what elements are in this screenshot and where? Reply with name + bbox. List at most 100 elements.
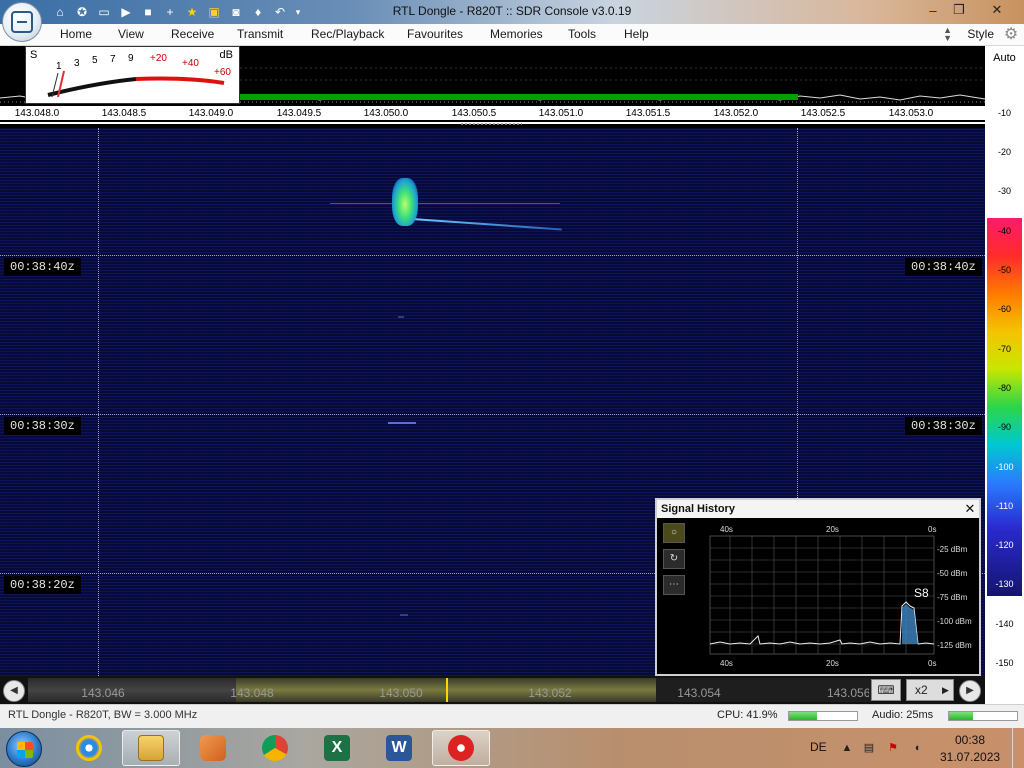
timestamp-right: 00:38:40z (905, 258, 982, 276)
s-meter-s-label: S (30, 49, 38, 61)
circle-icon[interactable]: ○ (663, 523, 685, 543)
carrier-trace (330, 203, 560, 204)
excel-icon[interactable]: X (308, 730, 366, 766)
menu-view[interactable]: View (118, 27, 144, 41)
sdr-console-window: ⌂ ✪ ▭ ▶ ■ + ★ ▣ ◙ ♦ ↶ ▾ RTL Dongle - R82… (0, 0, 1024, 768)
db-level: -90 (997, 422, 1011, 432)
s-meter-tick: 3 (74, 58, 80, 69)
media-player-icon[interactable] (184, 730, 242, 766)
s-reading: S8 (914, 586, 929, 600)
tray-expand-icon[interactable]: ▲ (840, 741, 854, 755)
menu-help[interactable]: Help (624, 27, 649, 41)
freq-label: 143.052.5 (800, 108, 846, 119)
db-level: -40 (997, 226, 1011, 236)
s-meter-db-tick: +60 (214, 67, 231, 78)
flag-icon[interactable]: ⚑ (886, 741, 900, 755)
menu-rec-playback[interactable]: Rec/Playback (311, 27, 384, 41)
scroll-freq-label: 143.056 (827, 686, 869, 700)
db-auto-button[interactable]: Auto (985, 52, 1024, 64)
audio-meter (948, 711, 1018, 721)
windows-logo-icon (17, 742, 33, 758)
excel-logo: X (324, 735, 350, 761)
clock-time[interactable]: 00:38 (940, 733, 1000, 747)
scroll-freq-label: 143.046 (81, 686, 125, 700)
scroll-freq-label: 143.052 (528, 686, 572, 700)
menu-favourites[interactable]: Favourites (407, 27, 463, 41)
faint-signal-mark (388, 422, 416, 424)
more-icon[interactable]: ⋯ (663, 575, 685, 595)
title-bar: ⌂ ✪ ▭ ▶ ■ + ★ ▣ ◙ ♦ ↶ ▾ RTL Dongle - R82… (0, 0, 1024, 24)
s-meter-db-tick: +40 (182, 58, 199, 69)
start-button[interactable] (6, 731, 42, 767)
audio-meter-fill (949, 712, 973, 720)
chrome-logo (262, 735, 288, 761)
word-icon[interactable]: W (370, 730, 428, 766)
ie-logo (76, 735, 102, 761)
keyboard-icon[interactable]: ⌨ (871, 679, 901, 701)
chrome-icon[interactable] (246, 730, 304, 766)
s-meter-tick: 7 (110, 54, 116, 65)
db-level: -130 (995, 579, 1014, 589)
refresh-icon[interactable]: ↻ (663, 549, 685, 569)
internet-explorer-icon[interactable] (60, 730, 118, 766)
db-level: -70 (997, 344, 1011, 354)
menu-home[interactable]: Home (60, 27, 92, 41)
network-icon[interactable]: ▤ (862, 741, 876, 755)
db-level: -60 (997, 304, 1011, 314)
cpu-meter (788, 711, 858, 721)
style-arrows-icon[interactable]: ▲ ▼ (943, 26, 952, 43)
file-explorer-icon[interactable] (122, 730, 180, 766)
db-level: -50 (997, 265, 1011, 275)
signal-history-chart: 40s 20s 0s 40s 20s 0s -25 dBm -50 dBm -7… (709, 525, 972, 668)
waterfall-grid-line (0, 255, 985, 256)
s-meter-tick: 9 (128, 53, 134, 64)
freq-label: 143.052.0 (713, 108, 759, 119)
db-level: -80 (997, 383, 1011, 393)
tuned-frequency-marker (446, 678, 448, 702)
volume-icon[interactable]: ◖ (910, 741, 924, 755)
zoom-arrow-icon[interactable]: ▶ (942, 679, 949, 701)
receive-bandwidth-bar[interactable] (240, 94, 798, 100)
freq-label: 143.051.5 (625, 108, 671, 119)
history-top-axis: 0s (928, 525, 936, 534)
menu-receive[interactable]: Receive (171, 27, 214, 41)
close-button[interactable]: ✕ (982, 0, 1012, 20)
faint-signal-mark (400, 614, 408, 616)
db-level: -140 (995, 619, 1014, 629)
scroll-freq-label: 143.048 (230, 686, 274, 700)
scroll-left-icon[interactable]: ◀ (3, 680, 25, 702)
close-icon[interactable]: ✕ (963, 501, 977, 517)
sdr-console-icon[interactable] (432, 730, 490, 766)
menu-tools[interactable]: Tools (568, 27, 596, 41)
freq-label: 143.048.5 (101, 108, 147, 119)
maximize-button[interactable]: ❐ (944, 0, 974, 20)
clock-date[interactable]: 31.07.2023 (940, 750, 1000, 764)
freq-label: 143.050.0 (363, 108, 409, 119)
s-meter-tick: 1 (56, 61, 62, 72)
history-y-label: -75 dBm (937, 593, 968, 602)
history-bottom-axis: 40s (720, 659, 733, 668)
freq-label: 143.049.0 (188, 108, 234, 119)
splitter-handle[interactable] (460, 122, 522, 126)
show-desktop-button[interactable] (1012, 728, 1024, 768)
media-logo (200, 735, 226, 761)
freq-label: 143.049.5 (276, 108, 322, 119)
menu-memories[interactable]: Memories (490, 27, 543, 41)
freq-label: 143.053.0 (888, 108, 934, 119)
db-level: -150 (995, 658, 1014, 668)
timestamp-left: 00:38:40z (4, 258, 81, 276)
folder-logo (138, 735, 164, 761)
app-menu-button[interactable] (2, 2, 42, 42)
menu-bar: Home View Receive Transmit Rec/Playback … (0, 24, 1024, 46)
history-y-label: -125 dBm (937, 641, 972, 650)
language-indicator[interactable]: DE (810, 740, 827, 754)
s-meter: S dB 1 3 5 7 9 +20 +40 +60 (25, 46, 240, 104)
gear-icon[interactable]: ⚙ (1002, 26, 1020, 44)
frequency-axis[interactable]: 143.048.0 143.048.5 143.049.0 143.049.5 … (0, 106, 985, 120)
window-title: RTL Dongle - R820T :: SDR Console v3.0.1… (392, 4, 632, 18)
scroll-right-icon[interactable]: ▶ (959, 680, 981, 702)
style-menu[interactable]: Style (967, 27, 994, 41)
db-level: -110 (995, 501, 1014, 511)
freq-label: 143.048.0 (14, 108, 60, 119)
menu-transmit[interactable]: Transmit (237, 27, 283, 41)
